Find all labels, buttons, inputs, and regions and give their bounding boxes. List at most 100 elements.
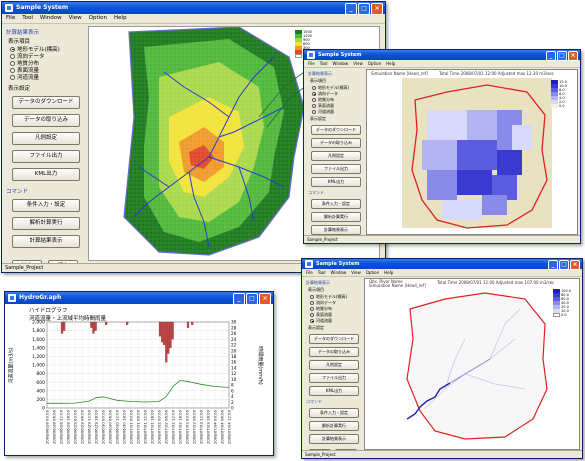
channel-flow-map-view[interactable]: Obs. River Name Simulation Name [Head_re… (364, 278, 580, 450)
condition-input-button[interactable]: 条件入力・設定 (309, 408, 359, 418)
menu-view[interactable]: View (353, 60, 363, 67)
radio-dot[interactable] (10, 46, 15, 52)
import-button[interactable]: データの取り込み (309, 347, 359, 357)
menu-option[interactable]: Option (89, 14, 107, 23)
maximize-icon[interactable]: □ (557, 51, 567, 61)
file-output-button[interactable]: ファイル出力 (12, 150, 80, 163)
rain-bar (92, 321, 95, 334)
radio-elevation[interactable]: 地形モデル(標高) (312, 85, 364, 90)
import-button[interactable]: データの取り込み (311, 138, 361, 148)
close-icon[interactable]: × (371, 3, 383, 15)
maximize-icon[interactable]: □ (559, 260, 569, 270)
radio-surface-flow[interactable]: 表面流量 (310, 312, 362, 317)
radio-dot[interactable] (312, 97, 316, 102)
radio-dot[interactable] (310, 312, 314, 317)
minimize-icon[interactable]: _ (548, 260, 558, 270)
close-icon[interactable]: × (570, 260, 580, 270)
run-analysis-button[interactable]: 解析計算実行 (311, 212, 361, 222)
radio-elevation[interactable]: 地形モデル(標高) (310, 294, 362, 299)
radio-dot[interactable] (312, 85, 316, 90)
menu-help[interactable]: Help (384, 269, 393, 276)
menu-help[interactable]: Help (386, 60, 395, 67)
menu-file[interactable]: File (6, 14, 15, 23)
radio-dot[interactable] (10, 67, 15, 73)
y-tick-right-label: 8 (231, 383, 234, 388)
menu-tool[interactable]: Tool (22, 14, 33, 23)
window3-titlebar[interactable]: Sample System _ □ × (302, 259, 582, 270)
radio-dot[interactable] (312, 91, 316, 96)
kml-output-button[interactable]: KML出力 (12, 168, 80, 181)
download-button[interactable]: データのダウンロード (12, 96, 80, 109)
condition-input-button[interactable]: 条件入力・設定 (311, 199, 361, 209)
kml-output-button[interactable]: KML出力 (311, 177, 361, 187)
radio-dot[interactable] (312, 109, 316, 114)
minimize-icon[interactable]: _ (546, 51, 556, 61)
condition-input-button[interactable]: 条件入力・設定 (12, 199, 80, 212)
menu-bar: File Tool Window View Option Help (302, 269, 582, 277)
menu-help[interactable]: Help (114, 14, 127, 23)
menu-file[interactable]: File (306, 269, 313, 276)
menu-file[interactable]: File (308, 60, 315, 67)
menu-view[interactable]: View (351, 269, 361, 276)
legend-swatch (295, 54, 302, 58)
menu-window[interactable]: Window (330, 269, 346, 276)
panel-title: 計算結果表示 (308, 71, 332, 76)
legend-settings-button[interactable]: 凡例設定 (309, 360, 359, 370)
radio-dot[interactable] (10, 53, 15, 59)
main-window-titlebar[interactable]: Sample System _ □ × (2, 2, 385, 15)
close-icon[interactable]: × (568, 51, 578, 61)
legend-settings-button[interactable]: 凡例設定 (311, 151, 361, 161)
y-tick-left-label: 2,000 (32, 320, 45, 326)
radio-dot[interactable] (310, 306, 314, 311)
radio-dot[interactable] (310, 318, 314, 323)
radio-channel-flow[interactable]: 河道流量 (10, 74, 84, 81)
legend-swatch (551, 104, 558, 108)
menu-window[interactable]: Window (332, 60, 348, 67)
menu-option[interactable]: Option (366, 269, 379, 276)
file-output-button[interactable]: ファイル出力 (309, 373, 359, 383)
radio-channel-flow[interactable]: 河道流量 (312, 109, 364, 114)
menu-tool[interactable]: Tool (320, 60, 328, 67)
status-bar: Sample_Project (304, 235, 580, 243)
menu-option[interactable]: Option (368, 60, 381, 67)
radio-geology[interactable]: 地質分布 (312, 97, 364, 102)
radio-flow-direction[interactable]: 流向データ (312, 91, 364, 96)
y-tick-left-label: 200 (36, 397, 45, 403)
download-button[interactable]: データのダウンロード (311, 125, 361, 135)
y-tick-right-label: 20 (231, 348, 237, 353)
radio-dot[interactable] (310, 294, 314, 299)
show-results-button[interactable]: 計算結果表示 (311, 225, 361, 235)
minimize-icon[interactable]: _ (345, 3, 357, 15)
command-label: コマンド (308, 190, 324, 195)
radio-dot[interactable] (312, 103, 316, 108)
menu-tool[interactable]: Tool (318, 269, 326, 276)
menu-window[interactable]: Window (40, 14, 62, 23)
radio-geology[interactable]: 地質分布 (310, 306, 362, 311)
file-output-button[interactable]: ファイル出力 (311, 164, 361, 174)
radio-channel-flow[interactable]: 河道流量 (310, 318, 362, 323)
radio-dot[interactable] (10, 60, 15, 66)
run-analysis-button[interactable]: 解析計算実行 (309, 421, 359, 431)
window2-titlebar[interactable]: Sample System _ □ × (304, 50, 580, 61)
radio-dot[interactable] (10, 74, 15, 80)
show-results-button[interactable]: 計算結果表示 (12, 235, 80, 248)
hydrograph-titlebar[interactable]: HydroGr.aph _ □ × (5, 292, 273, 305)
app-icon (8, 294, 16, 302)
radio-flow-direction[interactable]: 流向データ (310, 300, 362, 305)
legend-settings-button[interactable]: 凡例設定 (12, 132, 80, 145)
run-analysis-button[interactable]: 解析計算実行 (12, 217, 80, 230)
maximize-icon[interactable]: □ (358, 3, 370, 15)
show-results-button[interactable]: 計算結果表示 (309, 434, 359, 444)
radio-surface-flow[interactable]: 表面流量 (312, 103, 364, 108)
download-button[interactable]: データのダウンロード (309, 334, 359, 344)
radio-dot[interactable] (310, 300, 314, 305)
import-button[interactable]: データの取り込み (12, 114, 80, 127)
rain-bar (171, 321, 174, 340)
rain-bar (158, 321, 162, 337)
kml-output-button[interactable]: KML出力 (309, 386, 359, 396)
rain-bar (62, 321, 66, 331)
menu-view[interactable]: View (69, 14, 82, 23)
app-icon (5, 4, 13, 12)
flow-direction-map-view[interactable]: Simulation Name [Head_ref] Total Time 20… (366, 69, 578, 235)
control-panel: 計算結果表示 表示項目 地形モデル(標高) 流向データ 地質分布 表面流量 河道… (304, 278, 362, 458)
